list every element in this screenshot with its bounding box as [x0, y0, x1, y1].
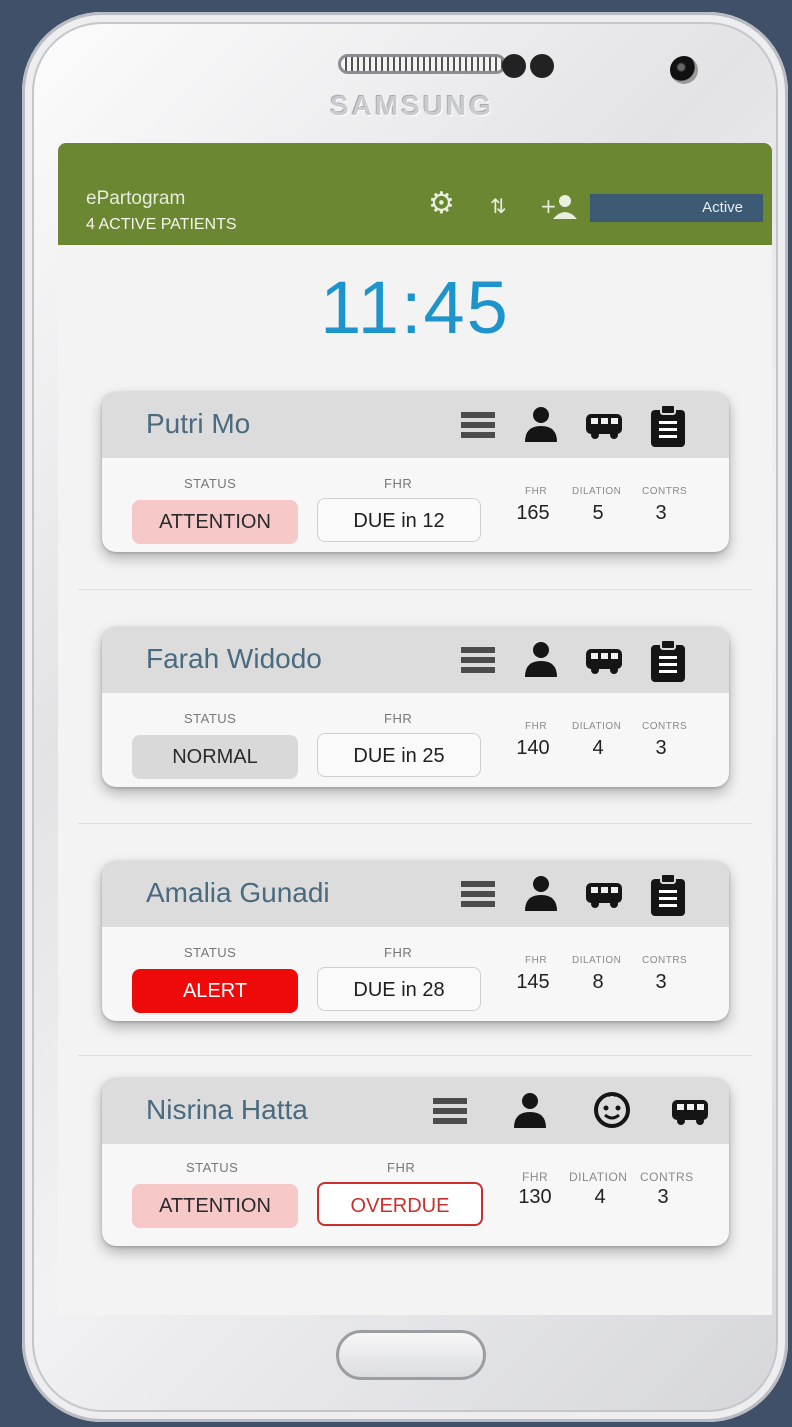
status-label: STATUS: [184, 476, 237, 491]
clipboard-icon[interactable]: [648, 873, 688, 925]
clipboard-icon[interactable]: [648, 404, 688, 456]
contrs-label: CONTRS: [642, 486, 688, 497]
patient-name: Amalia Gunadi: [146, 877, 330, 908]
fhr-value: 165: [516, 502, 550, 524]
light-sensor: [530, 54, 554, 78]
ambulance-icon[interactable]: [584, 639, 626, 687]
contrs-label: CONTRS: [642, 721, 688, 732]
card-header: Putri Mo: [102, 392, 729, 458]
dilation-value: 4: [592, 737, 604, 759]
card-header: Farah Widodo: [102, 627, 729, 693]
home-button[interactable]: [336, 1330, 486, 1380]
divider: [78, 823, 752, 824]
list-lines-icon[interactable]: [461, 412, 495, 440]
contrs-label: CONTRS: [640, 1170, 694, 1184]
fhr-value: 130: [518, 1186, 552, 1208]
app-screen: ePartogram 4 ACTIVE PATIENTS ⚙ ⇅ + Activ…: [58, 143, 772, 1315]
divider: [78, 589, 752, 590]
add-user-icon[interactable]: +: [540, 193, 578, 228]
fhr-small-label: FHR: [522, 1170, 549, 1184]
fhr-small-label: FHR: [525, 955, 548, 966]
fhr-value: 140: [516, 737, 550, 759]
baby-face-icon[interactable]: [592, 1090, 632, 1138]
fhr-small-label: FHR: [525, 721, 548, 732]
status-label: STATUS: [184, 945, 237, 960]
fhr-label: FHR: [387, 1160, 416, 1175]
patient-card[interactable]: Amalia Gunadi STATUS FHR ALERT DUE in 28…: [102, 861, 729, 1021]
app-header: ePartogram 4 ACTIVE PATIENTS ⚙ ⇅ + Activ…: [58, 143, 772, 245]
clipboard-icon[interactable]: [648, 639, 688, 691]
list-lines-icon[interactable]: [461, 881, 495, 909]
patient-name: Farah Widodo: [146, 643, 322, 674]
list-lines-icon[interactable]: [461, 647, 495, 675]
contrs-value: 3: [655, 971, 667, 993]
list-lines-icon[interactable]: [433, 1098, 467, 1126]
person-icon[interactable]: [523, 404, 559, 452]
contrs-label: CONTRS: [642, 955, 688, 966]
divider: [78, 1055, 752, 1056]
dilation-label: DILATION: [572, 721, 622, 732]
dilation-value: 8: [592, 971, 604, 993]
dilation-value: 4: [594, 1186, 606, 1208]
device-brand: SAMSUNG: [329, 90, 495, 121]
earpiece-speaker: [338, 54, 506, 74]
fhr-small-label: FHR: [525, 486, 548, 497]
person-icon[interactable]: [523, 639, 559, 687]
status-badge: ATTENTION: [132, 1184, 298, 1228]
active-patients-count: 4 ACTIVE PATIENTS: [86, 216, 237, 233]
card-header: Amalia Gunadi: [102, 861, 729, 927]
dilation-label: DILATION: [572, 486, 622, 497]
fhr-due-button[interactable]: DUE in 28: [317, 967, 481, 1011]
fhr-value: 145: [516, 971, 550, 993]
patient-name: Nisrina Hatta: [146, 1094, 308, 1125]
sort-icon[interactable]: ⇅: [490, 193, 507, 221]
dilation-label: DILATION: [569, 1170, 628, 1184]
status-label: STATUS: [184, 711, 237, 726]
dilation-value: 5: [592, 502, 604, 524]
card-header: Nisrina Hatta: [102, 1078, 729, 1144]
fhr-label: FHR: [384, 476, 413, 491]
contrs-value: 3: [657, 1186, 669, 1208]
app-title: ePartogram: [86, 188, 186, 209]
status-chip[interactable]: Active: [590, 194, 763, 222]
ambulance-icon[interactable]: [584, 404, 626, 452]
dilation-label: DILATION: [572, 955, 622, 966]
fhr-due-button[interactable]: DUE in 12: [317, 498, 481, 542]
person-icon[interactable]: [523, 873, 559, 921]
fhr-label: FHR: [384, 711, 413, 726]
patient-name: Putri Mo: [146, 408, 251, 439]
clock: 11:45: [320, 266, 510, 349]
front-camera: [670, 56, 698, 84]
ambulance-icon[interactable]: [584, 873, 626, 921]
fhr-label: FHR: [384, 945, 413, 960]
status-badge: ATTENTION: [132, 500, 298, 544]
patient-card[interactable]: Nisrina Hatta STATUS FHR ATTENTION OVERD…: [102, 1078, 729, 1246]
ambulance-icon[interactable]: [670, 1090, 712, 1138]
contrs-value: 3: [655, 737, 667, 759]
gear-icon[interactable]: ⚙: [428, 189, 455, 219]
patient-card[interactable]: Putri Mo STATUS FHR ATTENTION DUE in 12 …: [102, 392, 729, 552]
fhr-due-button[interactable]: DUE in 25: [317, 733, 481, 777]
person-icon[interactable]: [512, 1090, 548, 1138]
status-badge: ALERT: [132, 969, 298, 1013]
fhr-due-button[interactable]: OVERDUE: [317, 1182, 483, 1226]
patient-card[interactable]: Farah Widodo STATUS FHR NORMAL DUE in 25…: [102, 627, 729, 787]
proximity-sensor: [502, 54, 526, 78]
svg-text:+: +: [540, 194, 557, 218]
contrs-value: 3: [655, 502, 667, 524]
status-label: STATUS: [186, 1160, 239, 1175]
status-badge: NORMAL: [132, 735, 298, 779]
